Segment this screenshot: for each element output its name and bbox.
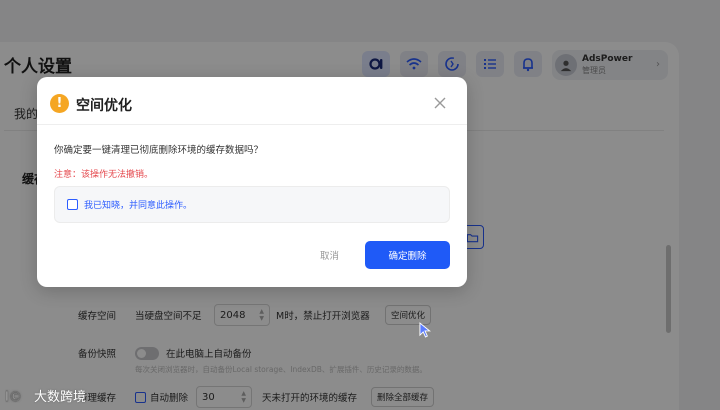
dialog-title: 空间优化 xyxy=(76,98,132,114)
watermark-logo-icon: I© xyxy=(5,389,22,403)
watermark-text: 大数跨境 xyxy=(34,390,87,405)
dialog-header: ! 空间优化 xyxy=(37,77,467,125)
dialog-notice: 注意：该操作无法撤销。 xyxy=(54,170,154,180)
svg-text:I©: I© xyxy=(5,390,22,403)
cancel-button[interactable]: 取消 xyxy=(320,248,339,262)
mouse-cursor-icon xyxy=(419,322,432,343)
warning-icon: ! xyxy=(50,94,69,113)
close-icon[interactable] xyxy=(432,95,448,111)
space-optimize-dialog: ! 空间优化 你确定要一键清理已彻底删除环境的缓存数据吗？ 注意：该操作无法撤销… xyxy=(37,77,467,287)
watermark: I© 大数跨境 xyxy=(5,386,86,405)
dialog-question: 你确定要一键清理已彻底删除环境的缓存数据吗？ xyxy=(54,145,264,156)
acknowledge-label[interactable]: 我已知晓，并同意此操作。 xyxy=(84,198,192,211)
confirm-delete-button[interactable]: 确定删除 xyxy=(365,241,450,269)
acknowledge-box: 我已知晓，并同意此操作。 xyxy=(54,186,450,223)
acknowledge-checkbox[interactable] xyxy=(67,199,78,210)
